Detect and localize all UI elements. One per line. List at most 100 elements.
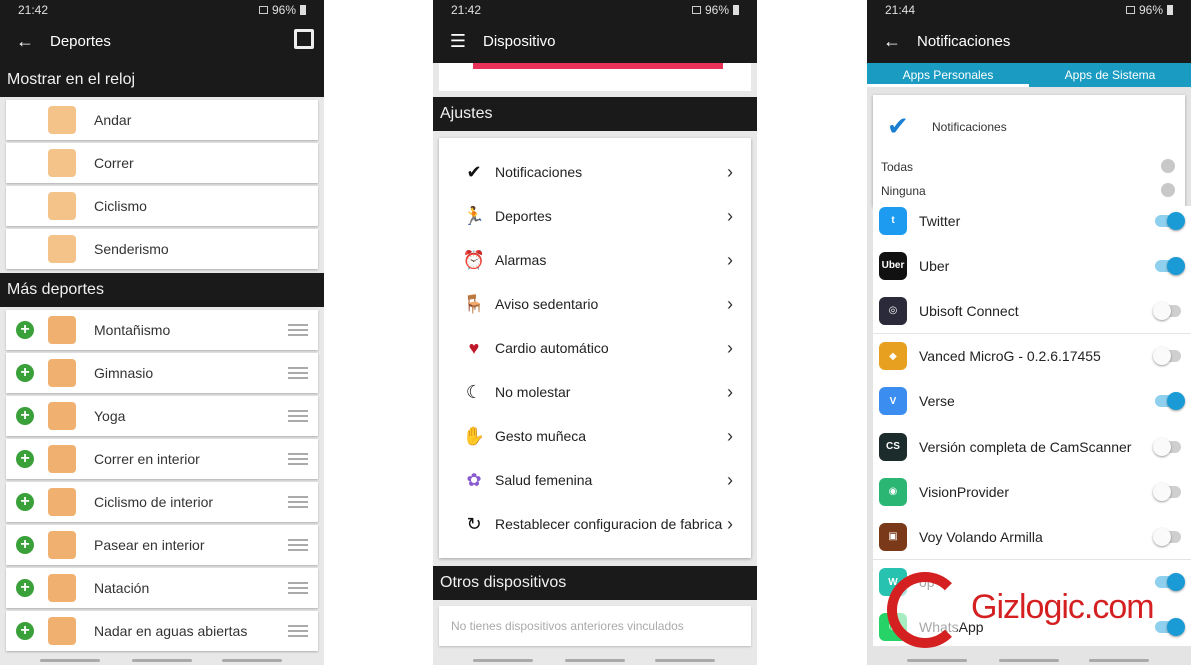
sport-row[interactable]: + Pasear en interior xyxy=(6,525,318,565)
add-sport-icon[interactable]: + xyxy=(16,321,34,339)
sport-row[interactable]: + Montañismo xyxy=(6,310,318,350)
app-row[interactable]: V Verse xyxy=(873,378,1191,424)
notification-toggle[interactable] xyxy=(1155,211,1185,230)
drag-handle-icon[interactable] xyxy=(288,367,308,379)
back-arrow-icon[interactable]: ← xyxy=(0,31,50,52)
tab-personal-apps[interactable]: Apps Personales xyxy=(867,63,1029,87)
app-row[interactable]: CS Versión completa de CamScanner xyxy=(873,424,1191,469)
battery-text: 96% xyxy=(704,3,729,17)
notification-toggle[interactable] xyxy=(1155,256,1185,275)
chevron-right-icon: › xyxy=(727,337,733,358)
sport-row[interactable]: Correr xyxy=(6,143,318,183)
sport-label: Andar xyxy=(94,112,132,128)
drag-handle-icon[interactable] xyxy=(288,539,308,551)
drag-handle-icon[interactable] xyxy=(288,324,308,336)
chevron-right-icon: › xyxy=(727,249,733,270)
status-bar: 21:44 96% xyxy=(867,0,1191,20)
notification-toggle[interactable] xyxy=(1153,527,1181,546)
settings-item[interactable]: 🪑 Aviso sedentario › xyxy=(439,282,751,326)
drag-handle-icon[interactable] xyxy=(288,625,308,637)
tab-system-apps[interactable]: Apps de Sistema xyxy=(1029,63,1191,87)
settings-item[interactable]: ♥ Cardio automático › xyxy=(439,326,751,370)
all-label: Todas xyxy=(881,160,914,174)
no-devices-card: No tienes dispositivos anteriores vincul… xyxy=(439,606,751,646)
sport-row[interactable]: + Ciclismo de interior xyxy=(6,482,318,522)
sport-row[interactable]: Senderismo xyxy=(6,229,318,269)
app-row[interactable]: ◎ Ubisoft Connect xyxy=(873,288,1191,334)
settings-item[interactable]: 🏃 Deportes › xyxy=(439,194,751,238)
wifi-icon xyxy=(691,6,701,14)
walking-icon xyxy=(48,106,76,134)
watermark-logo-icon xyxy=(887,572,963,648)
settings-item[interactable]: ⏰ Alarmas › xyxy=(439,238,751,282)
add-sport-icon[interactable]: + xyxy=(16,493,34,511)
sport-row[interactable]: + Natación xyxy=(6,568,318,608)
sport-row[interactable]: Andar xyxy=(6,100,318,140)
chevron-right-icon: › xyxy=(727,425,733,446)
notification-toggle[interactable] xyxy=(1155,392,1185,411)
nav-hint xyxy=(565,659,625,662)
settings-item[interactable]: ✿ Salud femenina › xyxy=(439,458,751,502)
save-icon[interactable] xyxy=(294,29,314,49)
status-time: 21:42 xyxy=(18,3,49,17)
toggle-knob xyxy=(1153,437,1171,456)
settings-item[interactable]: ☾ No molestar › xyxy=(439,370,751,414)
battery-icon xyxy=(733,5,739,15)
lotus-icon: ✿ xyxy=(466,469,482,490)
sport-row[interactable]: + Yoga xyxy=(6,396,318,436)
drag-handle-icon[interactable] xyxy=(288,453,308,465)
sport-row[interactable]: + Correr en interior xyxy=(6,439,318,479)
notification-toggle[interactable] xyxy=(1153,301,1181,320)
none-radio[interactable] xyxy=(1161,183,1175,197)
status-time: 21:44 xyxy=(885,3,916,17)
add-sport-icon[interactable]: + xyxy=(16,622,34,640)
check-icon: ✔ xyxy=(466,161,482,182)
chevron-right-icon: › xyxy=(727,293,733,314)
phone-sports: 21:42 96% ← Deportes Mostrar en el reloj… xyxy=(0,0,324,665)
app-bar: ← Deportes xyxy=(0,20,324,63)
drag-handle-icon[interactable] xyxy=(288,410,308,422)
app-row[interactable]: ◆ Vanced MicroG - 0.2.6.17455 xyxy=(873,333,1191,379)
page-title: Dispositivo xyxy=(483,33,556,50)
app-icon: ◆ xyxy=(879,342,907,371)
running-icon xyxy=(48,149,76,177)
all-radio[interactable] xyxy=(1161,159,1175,173)
add-sport-icon[interactable]: + xyxy=(16,536,34,554)
notification-toggle[interactable] xyxy=(1153,437,1181,456)
back-arrow-icon[interactable]: ← xyxy=(867,31,917,52)
menu-icon[interactable]: ☰ xyxy=(433,31,483,52)
app-icon: ▣ xyxy=(879,522,907,551)
page-title: Deportes xyxy=(50,33,111,50)
add-sport-icon[interactable]: + xyxy=(16,407,34,425)
add-sport-icon[interactable]: + xyxy=(16,579,34,597)
cycling-icon xyxy=(48,192,76,220)
app-row[interactable]: Uber Uber xyxy=(873,243,1191,289)
chevron-right-icon: › xyxy=(727,161,733,182)
sport-row[interactable]: Ciclismo xyxy=(6,186,318,226)
wifi-icon xyxy=(258,6,268,14)
sport-row[interactable]: + Nadar en aguas abiertas xyxy=(6,611,318,651)
settings-item[interactable]: ↻ Restablecer configuracion de fabrica › xyxy=(439,502,751,546)
toggle-knob xyxy=(1167,211,1185,230)
nav-hint xyxy=(40,659,100,662)
app-row[interactable]: t Twitter xyxy=(873,206,1191,243)
add-sport-icon[interactable]: + xyxy=(16,450,34,468)
device-card xyxy=(439,63,751,91)
nav-hint xyxy=(999,659,1059,662)
app-row[interactable]: ◉ VisionProvider xyxy=(873,469,1191,515)
app-row[interactable]: ▣ Voy Volando Armilla xyxy=(873,514,1191,560)
sport-row[interactable]: + Gimnasio xyxy=(6,353,318,393)
status-time: 21:42 xyxy=(451,3,482,17)
chevron-right-icon: › xyxy=(727,205,733,226)
gym-icon xyxy=(48,359,76,387)
notification-toggle[interactable] xyxy=(1153,347,1181,366)
nav-hint xyxy=(473,659,533,662)
phone-notifications: 21:44 96% ← Notificaciones Apps Personal… xyxy=(867,0,1191,665)
settings-item[interactable]: ✔ Notificaciones › xyxy=(439,150,751,194)
drag-handle-icon[interactable] xyxy=(288,496,308,508)
add-sport-icon[interactable]: + xyxy=(16,364,34,382)
drag-handle-icon[interactable] xyxy=(288,582,308,594)
settings-item[interactable]: ✋ Gesto muñeca › xyxy=(439,414,751,458)
hiking-icon xyxy=(48,235,76,263)
notification-toggle[interactable] xyxy=(1153,482,1181,501)
